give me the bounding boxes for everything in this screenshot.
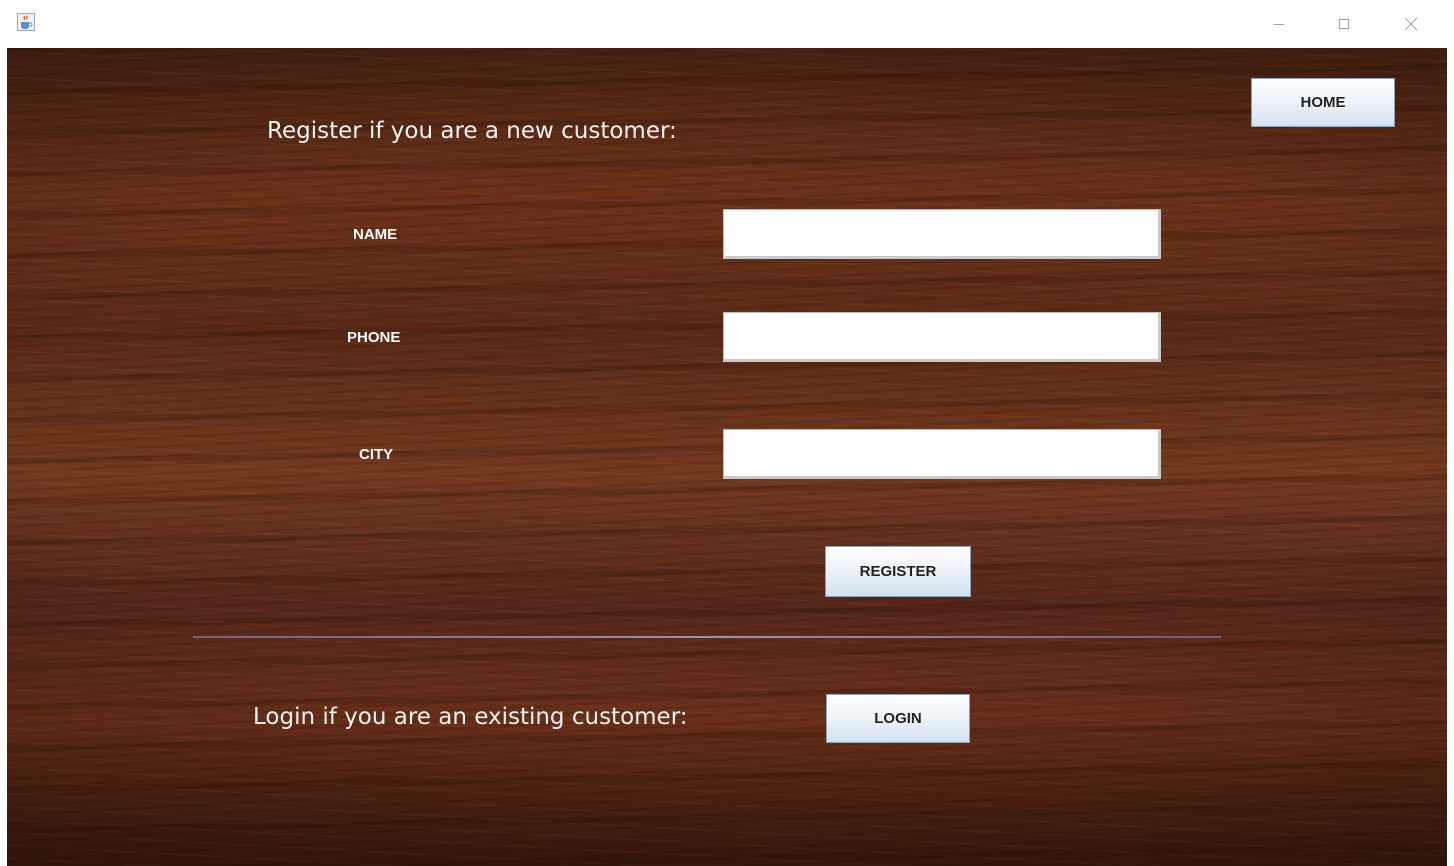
phone-label: PHONE: [347, 329, 401, 346]
minimize-button[interactable]: [1256, 0, 1302, 48]
wood-panel: HOME Register if you are a new customer:…: [7, 48, 1447, 866]
phone-field[interactable]: [723, 312, 1161, 362]
login-button[interactable]: LOGIN: [826, 694, 970, 743]
city-field[interactable]: [723, 429, 1161, 479]
minimize-icon: [1274, 24, 1284, 25]
register-button[interactable]: REGISTER: [825, 546, 971, 597]
maximize-icon: [1339, 19, 1349, 29]
name-label: NAME: [353, 226, 398, 243]
name-field[interactable]: [723, 209, 1161, 259]
login-heading: Login if you are an existing customer:: [253, 704, 688, 730]
close-icon: [1404, 17, 1418, 31]
register-heading: Register if you are a new customer:: [267, 118, 677, 144]
application-window: HOME Register if you are a new customer:…: [0, 0, 1454, 866]
separator: [193, 636, 1221, 638]
java-cup-icon: [17, 13, 35, 31]
city-label: CITY: [359, 446, 394, 463]
title-bar: [0, 0, 1454, 48]
maximize-button[interactable]: [1321, 0, 1367, 48]
close-button[interactable]: [1388, 0, 1434, 48]
home-button[interactable]: HOME: [1251, 78, 1395, 127]
